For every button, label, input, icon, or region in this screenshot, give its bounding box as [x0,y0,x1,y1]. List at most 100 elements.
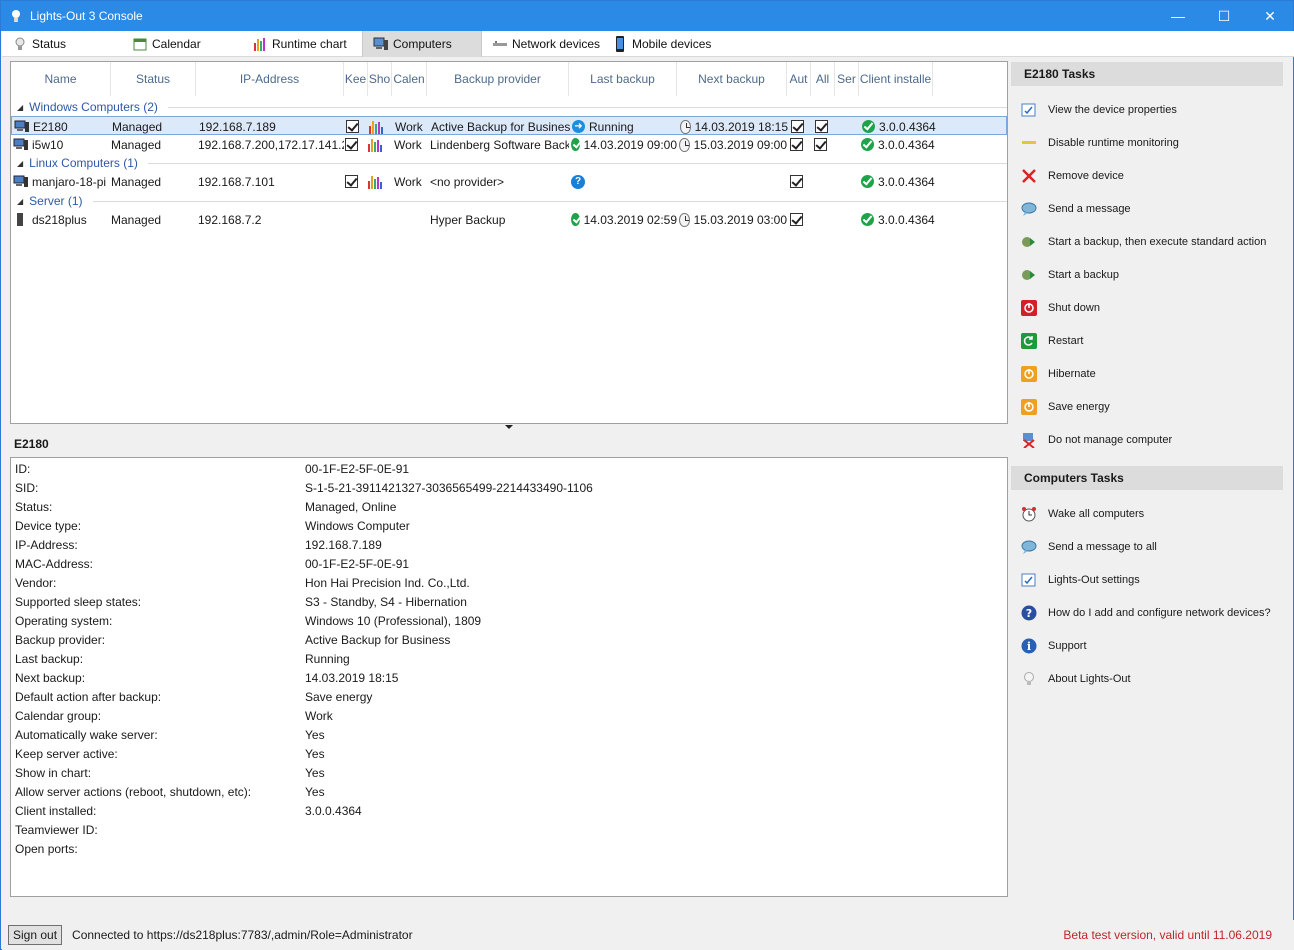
minimize-button[interactable]: — [1155,1,1201,31]
detail-key: Status: [15,499,53,514]
collapse-triangle-icon[interactable]: ◢ [17,103,23,112]
group-windows[interactable]: ◢ Windows Computers (2) [11,98,1007,116]
task-do-not-manage-computer[interactable]: Do not manage computer [1021,430,1172,450]
device-status: Managed [111,174,162,189]
task-send-a-message-to-all[interactable]: Send a message to all [1021,537,1157,557]
detail-row: Teamviewer ID: [15,820,1005,839]
detail-row: Open ports: [15,839,1005,858]
detail-key: Device type: [15,518,82,533]
col-next-backup[interactable]: Next backup [677,62,787,96]
keep-active-checkbox[interactable] [346,120,359,133]
col-client-installed[interactable]: Client installe [859,62,933,96]
table-row[interactable]: i5w10 Managed 192.168.7.200,172.17.141.2… [11,135,1007,154]
group-server[interactable]: ◢ Server (1) [11,192,1007,210]
svg-text:?: ? [1026,607,1032,620]
auto-wake-checkbox[interactable] [790,138,803,151]
device-ip: 192.168.7.200,172.17.141.22 [198,137,344,152]
col-calendar[interactable]: Calen [392,62,427,96]
col-backup-provider[interactable]: Backup provider [427,62,569,96]
tab-calendar[interactable]: Calendar [122,31,242,57]
col-keep[interactable]: Kee [344,62,368,96]
keep-active-checkbox[interactable] [345,138,358,151]
task-send-a-message[interactable]: Send a message [1021,199,1131,219]
computer-tasks-header: Computers Tasks [1011,466,1283,490]
tab-label: Runtime chart [272,37,347,51]
app-window: Lights-Out 3 Console — ☐ ✕ Status Calend… [0,0,1294,950]
col-server[interactable]: Ser [835,62,859,96]
task-how-do-i-add-and-configure-network-devices[interactable]: ? How do I add and configure network devi… [1021,603,1271,623]
detail-key: IP-Address: [15,537,78,552]
col-ip-address[interactable]: IP-Address [196,62,344,96]
auto-wake-checkbox[interactable] [790,175,803,188]
tab-status[interactable]: Status [2,31,122,57]
sign-out-button[interactable]: Sign out [8,925,63,945]
task-disable-runtime-monitoring[interactable]: Disable runtime monitoring [1021,133,1179,153]
detail-row: Automatically wake server: Yes [15,725,1005,744]
task-save-energy[interactable]: Save energy [1021,397,1110,417]
device-name: manjaro-18-pi [32,174,107,189]
device-provider: Active Backup for Business [431,119,570,134]
detail-key: Keep server active: [15,746,118,761]
info-icon: i [1021,638,1037,654]
col-auto[interactable]: Aut [787,62,811,96]
tab-runtime-chart[interactable]: Runtime chart [242,31,362,57]
task-hibernate[interactable]: Hibernate [1021,364,1096,384]
task-start-a-backup[interactable]: Start a backup [1021,265,1119,285]
col-last-backup[interactable]: Last backup [569,62,677,96]
keep-active-checkbox[interactable] [345,175,358,188]
tab-network-devices[interactable]: Network devices [482,31,602,57]
collapse-triangle-icon[interactable]: ◢ [17,159,23,168]
allow-actions-checkbox[interactable] [815,120,828,133]
restart-icon [1021,333,1037,349]
detail-value: Yes [305,727,325,742]
chart-icon [368,138,382,152]
task-remove-device[interactable]: Remove device [1021,166,1124,186]
task-label: Support [1048,640,1087,652]
task-restart[interactable]: Restart [1021,331,1083,351]
backup-action-icon [1021,234,1037,250]
tab-label: Status [32,37,67,51]
panel-splitter[interactable] [10,424,1008,432]
detail-value: Work [305,708,333,723]
tab-mobile-devices[interactable]: Mobile devices [602,31,722,57]
tab-computers[interactable]: Computers [362,31,482,57]
detail-row: SID: S-1-5-21-3911421327-3036565499-22144… [15,478,1005,497]
detail-value: Yes [305,784,325,799]
task-wake-all-computers[interactable]: Wake all computers [1021,504,1144,524]
task-view-the-device-properties[interactable]: View the device properties [1021,100,1177,120]
table-row[interactable]: ds218plus Managed 192.168.7.2 Hyper Back… [11,210,1007,229]
computer-icon [13,175,29,188]
detail-row: MAC-Address: 00-1F-E2-5F-0E-91 [15,554,1005,573]
auto-wake-checkbox[interactable] [790,213,803,226]
detail-key: SID: [15,480,39,495]
allow-actions-checkbox[interactable] [814,138,827,151]
detail-row: Default action after backup: Save energy [15,687,1005,706]
device-provider: Lindenberg Software Back [430,137,569,152]
task-support[interactable]: i Support [1021,636,1087,656]
table-row[interactable]: manjaro-18-pi Managed 192.168.7.101 Work… [11,172,1007,191]
task-shut-down[interactable]: Shut down [1021,298,1100,318]
col-status[interactable]: Status [111,62,196,96]
task-lights-out-settings[interactable]: Lights-Out settings [1021,570,1140,590]
col-allow[interactable]: All [811,62,835,96]
auto-wake-checkbox[interactable] [791,120,804,133]
task-about-lights-out[interactable]: About Lights-Out [1021,669,1131,689]
close-button[interactable]: ✕ [1247,1,1293,31]
task-label: How do I add and configure network devic… [1048,607,1271,619]
detail-value: Yes [305,746,325,761]
maximize-button[interactable]: ☐ [1201,1,1247,31]
collapse-triangle-icon[interactable]: ◢ [17,197,23,206]
device-status: Managed [111,212,162,227]
task-start-a-backup-then-execute-standard-action[interactable]: Start a backup, then execute standard ac… [1021,232,1266,252]
col-name[interactable]: Name [11,62,111,96]
device-name: i5w10 [32,137,64,152]
window-title: Lights-Out 3 Console [30,9,143,23]
clock-icon [679,137,690,152]
connection-status: Connected to https://ds218plus:7783/,adm… [72,928,413,942]
col-show[interactable]: Sho [368,62,392,96]
group-label: Windows Computers (2) [29,100,158,114]
collapse-arrow-icon[interactable] [505,425,513,429]
table-row[interactable]: E2180 Managed 192.168.7.189 Work Active … [11,116,1007,135]
detail-key: Last backup: [15,651,84,666]
group-linux[interactable]: ◢ Linux Computers (1) [11,154,1007,172]
